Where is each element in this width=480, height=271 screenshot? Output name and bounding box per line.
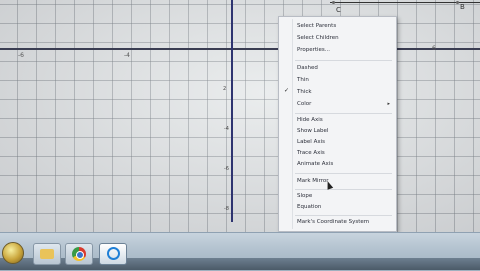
taskbar-explorer-button[interactable] <box>33 243 61 265</box>
submenu-arrow-icon: ▸ <box>387 101 390 107</box>
y-axis-label: -8 <box>224 206 229 212</box>
checkmark-icon: ✓ <box>284 87 290 94</box>
ie-icon <box>107 247 120 260</box>
menu-item-equation[interactable]: Equation <box>297 204 321 210</box>
menu-item-dashed[interactable]: Dashed <box>297 65 318 71</box>
y-axis[interactable] <box>231 0 233 222</box>
menu-separator <box>295 215 392 216</box>
menu-item-properties[interactable]: Properties... <box>297 47 330 53</box>
menu-item-thin[interactable]: Thin <box>297 77 309 83</box>
point-label-b: B <box>460 3 465 11</box>
folder-icon <box>40 249 54 259</box>
start-orb-icon[interactable] <box>2 242 24 264</box>
chrome-icon <box>72 247 86 261</box>
menu-item-select-parents[interactable]: Select Parents <box>297 23 336 29</box>
menu-item-slope[interactable]: Slope <box>297 193 312 199</box>
y-axis-label: -4 <box>224 126 229 132</box>
menu-separator <box>295 60 392 61</box>
menu-item-label-axis[interactable]: Label Axis <box>297 139 325 145</box>
menu-item-animate-axis[interactable]: Animate Axis <box>297 161 333 167</box>
menu-item-thick[interactable]: Thick <box>297 89 312 95</box>
x-axis-label: 6 <box>432 45 436 52</box>
menu-item-hide-axis[interactable]: Hide Axis <box>297 117 323 123</box>
menu-item-select-children[interactable]: Select Children <box>297 35 339 41</box>
menu-separator <box>295 189 392 190</box>
menu-icon-gutter <box>292 19 293 229</box>
point-label-c: C <box>336 6 341 14</box>
graph-canvas[interactable] <box>0 0 480 232</box>
point-c[interactable] <box>332 1 335 4</box>
x-axis-label: -4 <box>124 52 130 59</box>
taskbar-chrome-button[interactable] <box>65 243 93 265</box>
menu-item-mark-mirror[interactable]: Mark Mirror <box>297 178 329 184</box>
y-axis-label: -6 <box>224 166 229 172</box>
menu-separator <box>295 113 392 114</box>
y-axis-label: 2 <box>223 86 227 92</box>
menu-item-coordinate-system[interactable]: Mark's Coordinate System <box>297 219 369 225</box>
x-axis[interactable] <box>0 48 480 50</box>
menu-separator <box>295 173 392 174</box>
menu-item-show-label[interactable]: Show Label <box>297 128 328 134</box>
x-axis-label: -6 <box>18 52 24 59</box>
point-b[interactable] <box>456 1 459 4</box>
context-menu: Select Parents Select Children Propertie… <box>278 16 397 232</box>
menu-item-trace-axis[interactable]: Trace Axis <box>297 150 325 156</box>
menu-item-color[interactable]: Color <box>297 101 311 107</box>
taskbar-ie-button[interactable] <box>99 243 127 265</box>
